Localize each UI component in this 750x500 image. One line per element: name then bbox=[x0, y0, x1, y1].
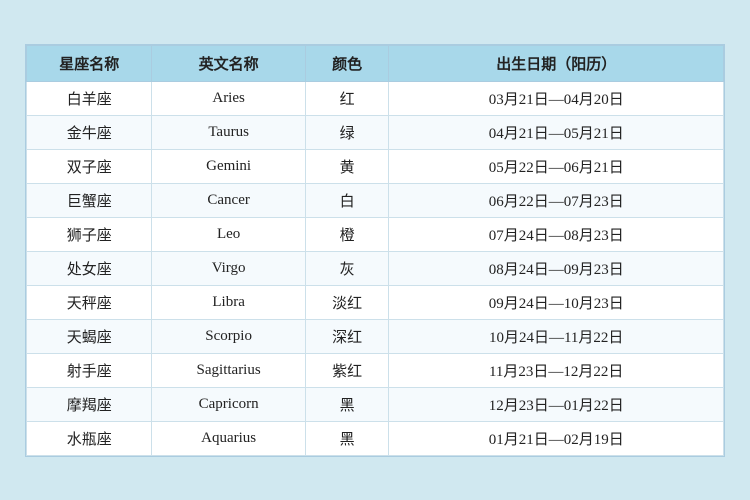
cell-color: 灰 bbox=[305, 251, 389, 285]
cell-date: 01月21日—02月19日 bbox=[389, 421, 724, 455]
cell-date: 03月21日—04月20日 bbox=[389, 81, 724, 115]
header-date: 出生日期（阳历） bbox=[389, 45, 724, 81]
cell-en: Leo bbox=[152, 217, 305, 251]
table-row: 狮子座Leo橙07月24日—08月23日 bbox=[27, 217, 724, 251]
cell-date: 07月24日—08月23日 bbox=[389, 217, 724, 251]
table-row: 白羊座Aries红03月21日—04月20日 bbox=[27, 81, 724, 115]
cell-date: 05月22日—06月21日 bbox=[389, 149, 724, 183]
cell-en: Aries bbox=[152, 81, 305, 115]
cell-en: Libra bbox=[152, 285, 305, 319]
header-zh: 星座名称 bbox=[27, 45, 152, 81]
cell-zh: 天秤座 bbox=[27, 285, 152, 319]
cell-en: Aquarius bbox=[152, 421, 305, 455]
table-row: 天秤座Libra淡红09月24日—10月23日 bbox=[27, 285, 724, 319]
cell-color: 红 bbox=[305, 81, 389, 115]
cell-en: Scorpio bbox=[152, 319, 305, 353]
cell-color: 深红 bbox=[305, 319, 389, 353]
zodiac-table: 星座名称 英文名称 颜色 出生日期（阳历） 白羊座Aries红03月21日—04… bbox=[26, 45, 724, 456]
table-header-row: 星座名称 英文名称 颜色 出生日期（阳历） bbox=[27, 45, 724, 81]
cell-zh: 狮子座 bbox=[27, 217, 152, 251]
cell-color: 白 bbox=[305, 183, 389, 217]
table-row: 水瓶座Aquarius黑01月21日—02月19日 bbox=[27, 421, 724, 455]
table-row: 巨蟹座Cancer白06月22日—07月23日 bbox=[27, 183, 724, 217]
cell-en: Virgo bbox=[152, 251, 305, 285]
cell-color: 淡红 bbox=[305, 285, 389, 319]
cell-zh: 金牛座 bbox=[27, 115, 152, 149]
cell-color: 黄 bbox=[305, 149, 389, 183]
cell-color: 绿 bbox=[305, 115, 389, 149]
cell-zh: 射手座 bbox=[27, 353, 152, 387]
cell-date: 06月22日—07月23日 bbox=[389, 183, 724, 217]
table-row: 射手座Sagittarius紫红11月23日—12月22日 bbox=[27, 353, 724, 387]
table-row: 金牛座Taurus绿04月21日—05月21日 bbox=[27, 115, 724, 149]
cell-color: 橙 bbox=[305, 217, 389, 251]
table-row: 摩羯座Capricorn黑12月23日—01月22日 bbox=[27, 387, 724, 421]
cell-date: 08月24日—09月23日 bbox=[389, 251, 724, 285]
cell-en: Cancer bbox=[152, 183, 305, 217]
cell-date: 11月23日—12月22日 bbox=[389, 353, 724, 387]
table-row: 处女座Virgo灰08月24日—09月23日 bbox=[27, 251, 724, 285]
cell-en: Capricorn bbox=[152, 387, 305, 421]
cell-zh: 白羊座 bbox=[27, 81, 152, 115]
table-row: 天蝎座Scorpio深红10月24日—11月22日 bbox=[27, 319, 724, 353]
cell-color: 紫红 bbox=[305, 353, 389, 387]
cell-color: 黑 bbox=[305, 387, 389, 421]
table-body: 白羊座Aries红03月21日—04月20日金牛座Taurus绿04月21日—0… bbox=[27, 81, 724, 455]
cell-zh: 水瓶座 bbox=[27, 421, 152, 455]
cell-zh: 天蝎座 bbox=[27, 319, 152, 353]
zodiac-table-wrapper: 星座名称 英文名称 颜色 出生日期（阳历） 白羊座Aries红03月21日—04… bbox=[25, 44, 725, 457]
cell-en: Taurus bbox=[152, 115, 305, 149]
cell-en: Sagittarius bbox=[152, 353, 305, 387]
cell-zh: 双子座 bbox=[27, 149, 152, 183]
header-color: 颜色 bbox=[305, 45, 389, 81]
cell-date: 12月23日—01月22日 bbox=[389, 387, 724, 421]
cell-zh: 巨蟹座 bbox=[27, 183, 152, 217]
table-row: 双子座Gemini黄05月22日—06月21日 bbox=[27, 149, 724, 183]
cell-en: Gemini bbox=[152, 149, 305, 183]
header-en: 英文名称 bbox=[152, 45, 305, 81]
cell-zh: 处女座 bbox=[27, 251, 152, 285]
cell-date: 09月24日—10月23日 bbox=[389, 285, 724, 319]
cell-date: 10月24日—11月22日 bbox=[389, 319, 724, 353]
cell-zh: 摩羯座 bbox=[27, 387, 152, 421]
cell-date: 04月21日—05月21日 bbox=[389, 115, 724, 149]
cell-color: 黑 bbox=[305, 421, 389, 455]
